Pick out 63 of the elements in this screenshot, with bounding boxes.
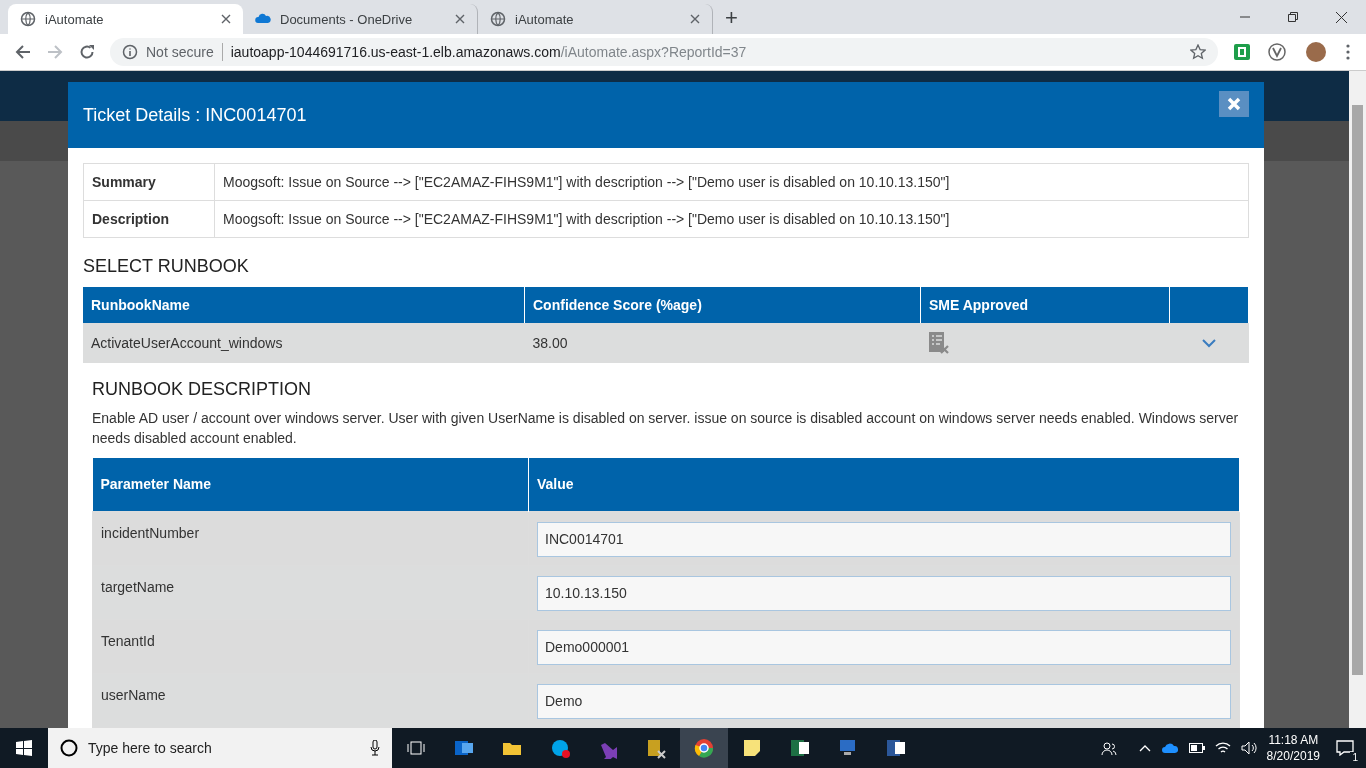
section-heading: RUNBOOK DESCRIPTION xyxy=(92,379,313,400)
close-icon[interactable] xyxy=(690,14,700,24)
column-header: Confidence Score (%age) xyxy=(524,287,921,323)
dialog-title: Ticket Details : INC0014701 xyxy=(83,104,307,126)
extension-icon[interactable] xyxy=(1234,44,1250,60)
detail-value: Moogsoft: Issue on Source --> ["EC2AMAZ-FIHS9M1"] with description --> ["Demo user is disabled on 10.10.13.150"] xyxy=(214,163,1249,201)
close-icon[interactable] xyxy=(1336,11,1347,23)
speech-bubble-icon xyxy=(1336,740,1354,756)
globe-icon xyxy=(490,11,506,27)
extension-icon[interactable] xyxy=(1268,43,1286,61)
speaker-icon[interactable] xyxy=(1240,741,1257,755)
battery-icon[interactable] xyxy=(1188,743,1205,753)
address-bar[interactable]: Not secure iautoapp-1044691716.us-east-1.elb.amazonaws.com/iAutomate.aspx?ReportId=37 xyxy=(110,38,1218,66)
parameter-name: userName xyxy=(92,673,529,727)
security-label: Not secure xyxy=(146,44,214,60)
taskbar-search-field[interactable]: Type here to search xyxy=(48,728,392,768)
parameter-name: targetName xyxy=(92,565,529,619)
close-icon[interactable] xyxy=(455,14,465,24)
new-tab-button[interactable]: + xyxy=(721,5,742,31)
taskbar-app-button[interactable] xyxy=(680,728,728,768)
section-heading: SELECT RUNBOOK xyxy=(83,256,250,277)
restore-icon[interactable] xyxy=(1288,12,1298,22)
microphone-icon[interactable] xyxy=(370,740,380,756)
close-icon xyxy=(1227,97,1241,111)
task-view-icon[interactable] xyxy=(407,740,425,756)
notifications-button[interactable]: 1 xyxy=(1330,733,1360,763)
clock[interactable]: 11:18 AM 8/20/2019 xyxy=(1266,732,1320,764)
wifi-icon[interactable] xyxy=(1214,741,1231,755)
browser-tab[interactable]: iAutomate xyxy=(8,4,243,34)
parameter-value-field[interactable]: INC0014701 xyxy=(537,521,1231,557)
runbook-description: Enable AD user / account over windows server. User with given UserName is disabled on server. issue on source is disabled account on windows server needs enabled. Windows server needs disabled account enabled. xyxy=(92,409,1240,448)
parameter-value-field[interactable]: 10.10.13.150 xyxy=(537,575,1231,611)
chevron-down-icon[interactable] xyxy=(1202,338,1216,348)
table-cell: ActivateUserAccount_windows xyxy=(83,323,525,363)
parameter-name: TenantId xyxy=(92,619,529,673)
url-text: iautoapp-1044691716.us-east-1.elb.amazonaws.com/iAutomate.aspx?ReportId=37 xyxy=(230,44,747,60)
cloud-icon[interactable] xyxy=(1160,742,1179,754)
column-header: Parameter Name xyxy=(92,458,529,511)
detail-label: Description xyxy=(83,200,215,238)
star-icon[interactable] xyxy=(1190,44,1206,60)
scrollbar[interactable] xyxy=(1349,71,1366,728)
parameter-value-field[interactable]: Demo xyxy=(537,683,1231,719)
close-icon[interactable] xyxy=(221,14,231,24)
column-header: SME Approved xyxy=(920,287,1170,323)
chevron-up-icon[interactable] xyxy=(1138,744,1151,752)
notification-count: 1 xyxy=(1350,752,1360,763)
back-arrow-icon[interactable] xyxy=(15,44,31,60)
column-header: Value xyxy=(528,458,1239,511)
windows-logo-icon[interactable] xyxy=(16,740,32,756)
avatar-icon[interactable] xyxy=(1306,42,1326,62)
close-button[interactable] xyxy=(1219,91,1249,117)
detail-label: Summary xyxy=(83,163,215,201)
parameter-name: incidentNumber xyxy=(92,511,529,565)
menu-icon[interactable] xyxy=(1346,44,1350,60)
circle-icon xyxy=(60,739,78,757)
info-icon[interactable] xyxy=(122,44,138,60)
people-icon[interactable] xyxy=(1100,740,1117,756)
reload-icon[interactable] xyxy=(79,44,95,60)
detail-value: Moogsoft: Issue on Source --> ["EC2AMAZ-FIHS9M1"] with description --> ["Demo user is disabled on 10.10.13.150"] xyxy=(214,200,1249,238)
table-cell: 38.00 xyxy=(524,323,921,363)
parameter-value-field[interactable]: Demo000001 xyxy=(537,629,1231,665)
column-header: RunbookName xyxy=(83,287,525,323)
globe-icon xyxy=(20,11,36,27)
